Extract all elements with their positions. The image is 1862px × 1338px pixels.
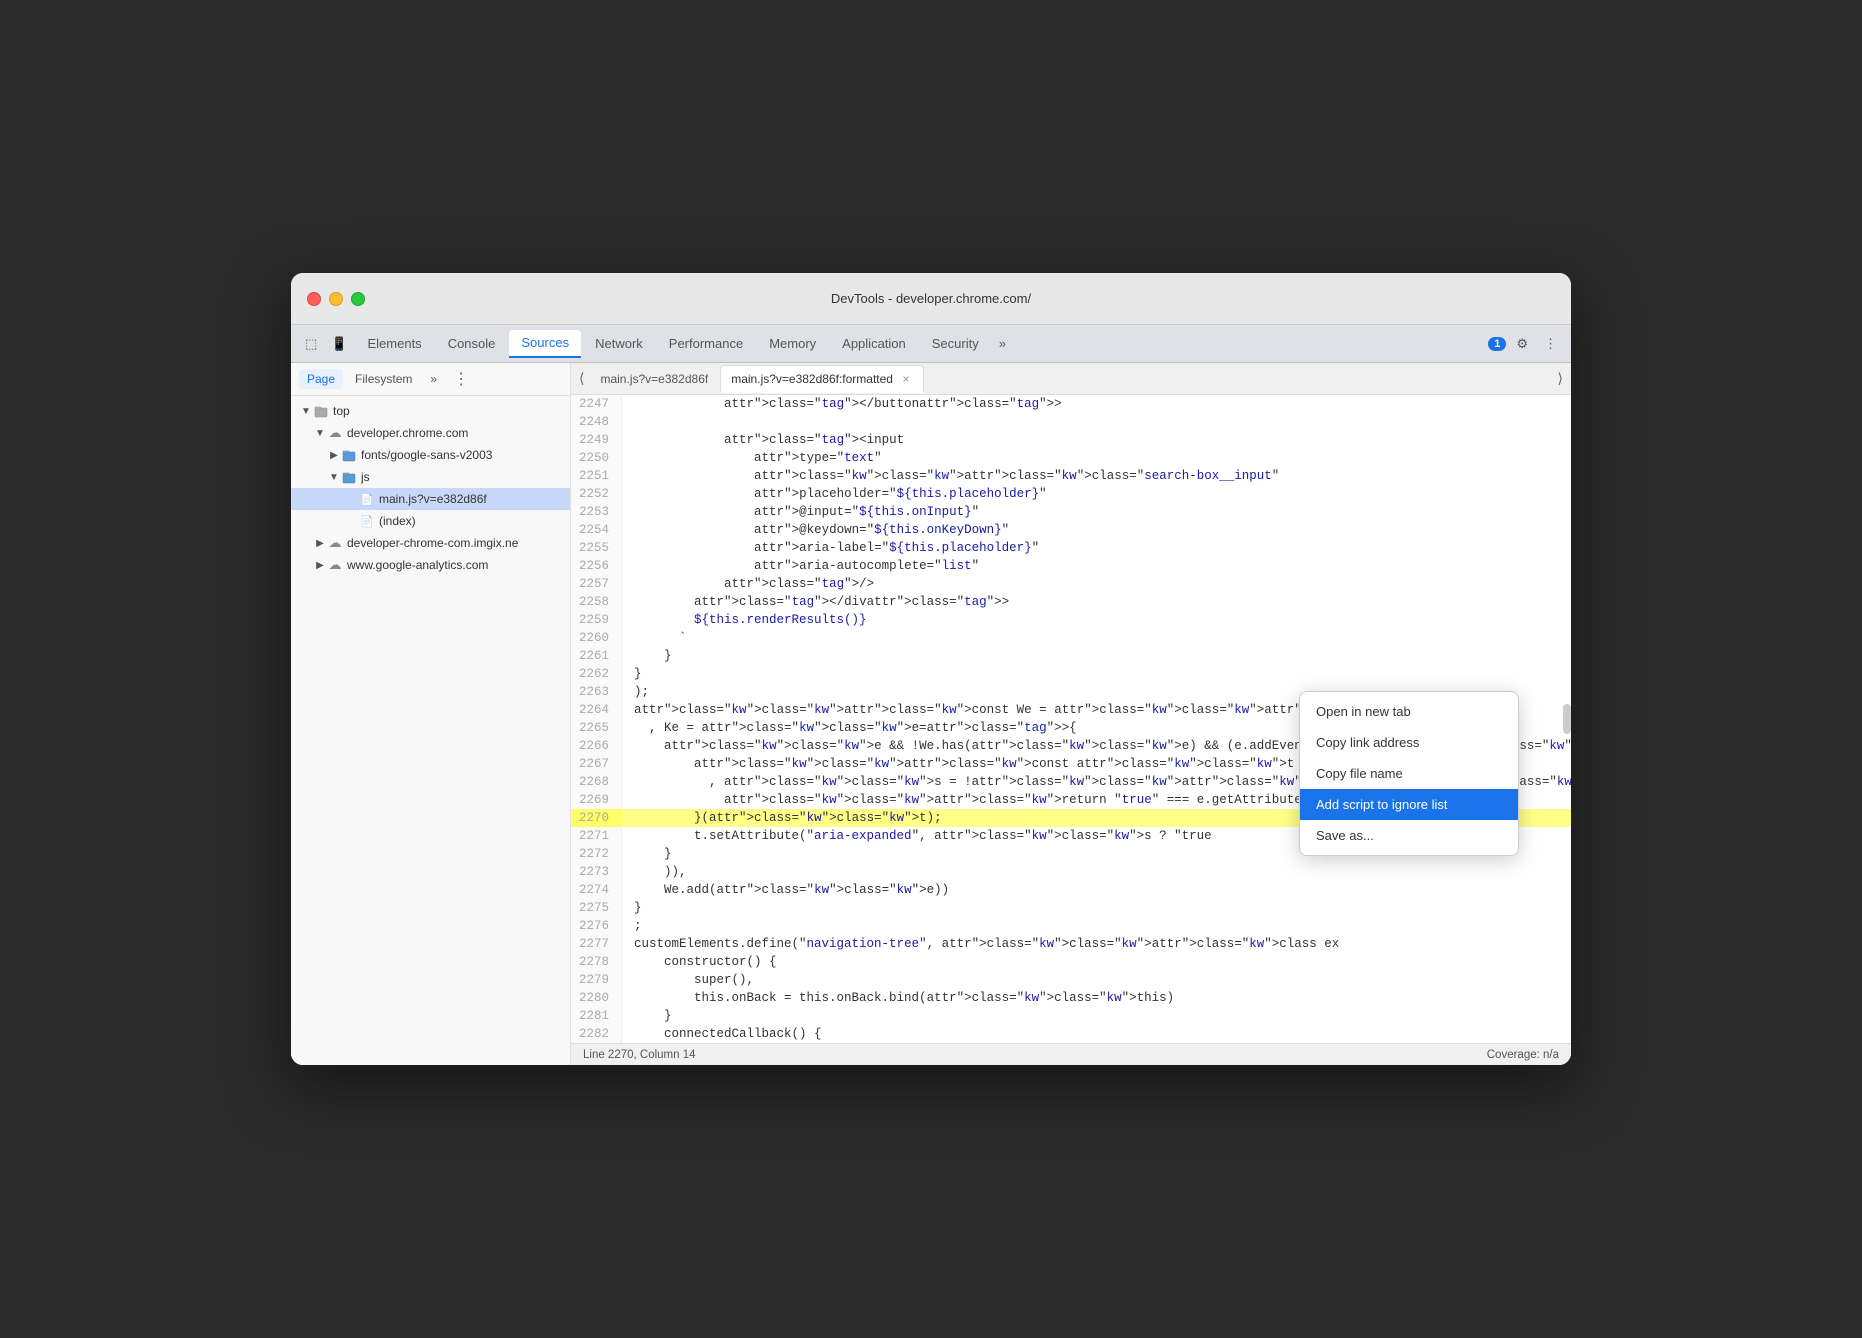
sidebar: Page Filesystem » ⋮ ▼ top ▼ ☁ developer.… xyxy=(291,363,571,1065)
sidebar-tab-page[interactable]: Page xyxy=(299,369,343,389)
editor-tab-formatted-label: main.js?v=e382d86f:formatted xyxy=(731,372,893,386)
sidebar-tab-filesystem[interactable]: Filesystem xyxy=(347,369,420,389)
close-button[interactable] xyxy=(307,292,321,306)
tree-item-js[interactable]: ▼ js xyxy=(291,466,570,488)
tab-application[interactable]: Application xyxy=(830,330,918,358)
collapse-panel-button[interactable]: ⟩ xyxy=(1554,368,1567,389)
tab-network[interactable]: Network xyxy=(583,330,655,358)
tree-label-imgix: developer-chrome-com.imgix.ne xyxy=(347,536,518,550)
tree-arrow-js: ▼ xyxy=(327,470,341,484)
notification-badge: 1 xyxy=(1488,337,1506,351)
tree-label-developer-chrome: developer.chrome.com xyxy=(347,426,468,440)
sidebar-tab-bar: Page Filesystem » ⋮ xyxy=(291,363,570,396)
editor-area: ⟨ main.js?v=e382d86f main.js?v=e382d86f:… xyxy=(571,363,1571,1065)
tab-sources[interactable]: Sources xyxy=(509,330,581,358)
editor-tab-main-js-formatted[interactable]: main.js?v=e382d86f:formatted × xyxy=(720,365,924,393)
editor-collapse-btn: ⟩ xyxy=(1554,368,1567,389)
cloud-icon-analytics: ☁ xyxy=(327,557,343,573)
tree-label-index: (index) xyxy=(379,514,416,528)
traffic-lights xyxy=(307,292,365,306)
context-menu-add-ignore[interactable]: Add script to ignore list xyxy=(1300,789,1518,820)
inspect-button[interactable]: ⬚ xyxy=(299,332,323,356)
status-bar: Line 2270, Column 14 Coverage: n/a xyxy=(571,1043,1571,1065)
scrollbar[interactable] xyxy=(1563,704,1571,734)
tree-item-developer-chrome[interactable]: ▼ ☁ developer.chrome.com xyxy=(291,422,570,444)
device-toggle-button[interactable]: 📱 xyxy=(325,332,353,356)
editor-nav-back[interactable]: ⟨ xyxy=(575,368,588,389)
tab-security[interactable]: Security xyxy=(920,330,991,358)
tree-label-analytics: www.google-analytics.com xyxy=(347,558,488,572)
sidebar-menu-button[interactable]: ⋮ xyxy=(447,367,475,391)
tree-arrow-fonts: ▶ xyxy=(327,448,341,462)
tree-item-top[interactable]: ▼ top xyxy=(291,400,570,422)
tab-console[interactable]: Console xyxy=(436,330,508,358)
context-menu-open-new-tab[interactable]: Open in new tab xyxy=(1300,696,1518,727)
context-menu-save-as[interactable]: Save as... xyxy=(1300,820,1518,851)
devtools-tab-bar: ⬚ 📱 Elements Console Sources Network Per… xyxy=(291,325,1571,363)
editor-tab-close-button[interactable]: × xyxy=(899,372,913,386)
folder-icon-fonts xyxy=(341,447,357,463)
settings-button[interactable]: ⚙ xyxy=(1510,332,1534,356)
more-options-button[interactable]: ⋮ xyxy=(1538,332,1563,356)
tree-label-main-js: main.js?v=e382d86f xyxy=(379,492,487,506)
tree-item-main-js[interactable]: 📄 main.js?v=e382d86f xyxy=(291,488,570,510)
tree-arrow-analytics: ▶ xyxy=(313,558,327,572)
title-bar: DevTools - developer.chrome.com/ xyxy=(291,273,1571,325)
context-menu-copy-filename[interactable]: Copy file name xyxy=(1300,758,1518,789)
more-tabs-button[interactable]: » xyxy=(993,332,1012,355)
tree-item-index[interactable]: 📄 (index) xyxy=(291,510,570,532)
tab-elements[interactable]: Elements xyxy=(355,330,433,358)
tree-item-fonts[interactable]: ▶ fonts/google-sans-v2003 xyxy=(291,444,570,466)
editor-tab-main-js-label: main.js?v=e382d86f xyxy=(600,372,708,386)
cloud-icon-imgix: ☁ xyxy=(327,535,343,551)
editor-tab-bar: ⟨ main.js?v=e382d86f main.js?v=e382d86f:… xyxy=(571,363,1571,395)
devtools-window: DevTools - developer.chrome.com/ ⬚ 📱 Ele… xyxy=(291,273,1571,1065)
window-title: DevTools - developer.chrome.com/ xyxy=(831,291,1031,306)
tab-performance[interactable]: Performance xyxy=(657,330,755,358)
file-icon-index: 📄 xyxy=(359,513,375,529)
tab-bar-right: 1 ⚙ ⋮ xyxy=(1488,332,1563,356)
tree-item-imgix[interactable]: ▶ ☁ developer-chrome-com.imgix.ne xyxy=(291,532,570,554)
tree-label-top: top xyxy=(333,404,350,418)
cloud-icon-developer-chrome: ☁ xyxy=(327,425,343,441)
tree-item-analytics[interactable]: ▶ ☁ www.google-analytics.com xyxy=(291,554,570,576)
tree-arrow-top: ▼ xyxy=(299,404,313,418)
tree-label-js: js xyxy=(361,470,370,484)
status-coverage: Coverage: n/a xyxy=(1487,1049,1559,1061)
maximize-button[interactable] xyxy=(351,292,365,306)
context-menu-copy-link[interactable]: Copy link address xyxy=(1300,727,1518,758)
file-icon-main-js: 📄 xyxy=(359,491,375,507)
folder-icon-top xyxy=(313,403,329,419)
main-content: Page Filesystem » ⋮ ▼ top ▼ ☁ developer.… xyxy=(291,363,1571,1065)
context-menu: Open in new tab Copy link address Copy f… xyxy=(1299,691,1519,856)
tree-arrow-imgix: ▶ xyxy=(313,536,327,550)
editor-tab-main-js[interactable]: main.js?v=e382d86f xyxy=(590,365,718,393)
sidebar-tree: ▼ top ▼ ☁ developer.chrome.com ▶ fonts/g… xyxy=(291,396,570,1065)
tree-arrow-developer-chrome: ▼ xyxy=(313,426,327,440)
folder-icon-js xyxy=(341,469,357,485)
tree-label-fonts: fonts/google-sans-v2003 xyxy=(361,448,492,462)
sidebar-more-tabs-button[interactable]: » xyxy=(424,368,443,390)
status-position: Line 2270, Column 14 xyxy=(583,1049,696,1061)
tab-memory[interactable]: Memory xyxy=(757,330,828,358)
minimize-button[interactable] xyxy=(329,292,343,306)
